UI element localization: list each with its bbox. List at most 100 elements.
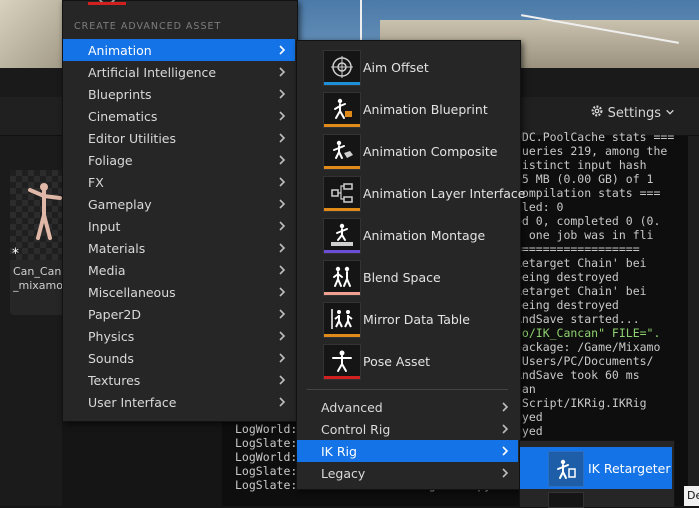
log-line: package: /Game/Mixamo (515, 340, 661, 354)
ik-retargeter-label: IK Retargeter (588, 461, 671, 476)
log-line: DDC.PoolCache stats === (515, 130, 675, 144)
menu-item-materials[interactable]: Materials (63, 237, 295, 259)
log-line: /Script/IKRig.IKRig (515, 396, 647, 410)
log-line: LogSlate: (235, 464, 298, 478)
gear-icon (590, 104, 604, 122)
menu-item-textures[interactable]: Textures (63, 369, 295, 391)
menu-item-gameplay[interactable]: Gameplay (63, 193, 295, 215)
chevron-right-icon (502, 424, 509, 434)
menu-item-cinematics[interactable]: Cinematics (63, 105, 295, 127)
menu-item-label: Blend Space (363, 270, 441, 285)
log-line: no/IK_Cancan" FILE=". (515, 326, 661, 340)
scrollbar[interactable] (688, 136, 699, 506)
menu-item-label: Sounds (88, 350, 134, 366)
menu-item-label: Animation Layer Interface (363, 186, 526, 201)
menu-item-label: Advanced (321, 400, 383, 415)
animation-blueprint-icon (323, 92, 361, 128)
menu-item-label: Media (88, 262, 126, 278)
pose-asset-icon (323, 344, 361, 380)
aim-offset-icon (323, 50, 361, 86)
menu-item-animation[interactable]: Animation (63, 39, 295, 61)
menu-item-label: Blueprints (88, 86, 152, 102)
log-line: queries 219, among the (515, 144, 668, 158)
chevron-right-icon (279, 243, 286, 253)
menu-item-label: Animation (88, 42, 152, 58)
menu-item-label: IK Rig (321, 444, 357, 459)
animation-layer-interface-icon (323, 176, 361, 212)
menu-item-animation-montage[interactable]: Animation Montage (297, 215, 518, 257)
chevron-right-icon (279, 331, 286, 341)
menu-item-input[interactable]: Input (63, 215, 295, 237)
asset-thumbnail[interactable]: * (10, 170, 66, 260)
chevron-right-icon (279, 199, 286, 209)
menu-item-media[interactable]: Media (63, 259, 295, 281)
animation-composite-icon (323, 134, 361, 170)
settings-button[interactable]: Settings (590, 104, 675, 122)
menu-item-label: Legacy (321, 466, 366, 481)
log-line: AndSave started... (515, 312, 640, 326)
settings-label: Settings (607, 105, 661, 121)
chevron-right-icon (279, 45, 286, 55)
menu-item-paper2d[interactable]: Paper2D (63, 303, 295, 325)
menu-item-label: Miscellaneous (88, 284, 176, 300)
mannequin-icon: * (12, 183, 62, 260)
menu-item-artificial-intelligence[interactable]: Artificial Intelligence (63, 61, 295, 83)
svg-text:*: * (12, 246, 19, 260)
log-line: t one job was in fli (515, 228, 654, 242)
menu-item-fx[interactable]: FX (63, 171, 295, 193)
chevron-right-icon (279, 221, 286, 231)
chevron-right-icon (279, 111, 286, 121)
chevron-right-icon (279, 287, 286, 297)
menu-item-label: Textures (88, 372, 141, 388)
log-line: Compilation stats === (515, 186, 661, 200)
menu-item-label: Aim Offset (363, 60, 429, 75)
menu-item-blueprints[interactable]: Blueprints (63, 83, 295, 105)
asset-name: Can_Can _mixamo_ (13, 265, 65, 292)
chevron-right-icon (279, 133, 286, 143)
menu-item-control-rig[interactable]: Control Rig (297, 418, 518, 440)
menu-item-animation-blueprint[interactable]: Animation Blueprint (297, 89, 518, 131)
menu-item-blend-space[interactable]: Blend Space (297, 257, 518, 299)
menu-item-label: Pose Asset (363, 354, 431, 369)
menu-item-legacy[interactable]: Legacy (297, 462, 518, 484)
log-line: ed 0, completed 0 (0. (515, 214, 661, 228)
menu-separator (307, 389, 508, 390)
blend-space-icon (323, 260, 361, 296)
menu-item-label: Paper2D (88, 306, 141, 322)
log-line: Retarget Chain' bei (515, 256, 647, 270)
menu-item-label: User Interface (88, 394, 177, 410)
menu-item-user-interface[interactable]: User Interface (63, 391, 295, 413)
menu-item-aim-offset[interactable]: Aim Offset (297, 47, 518, 89)
menu-item-mirror-data-table[interactable]: Mirror Data Table (297, 299, 518, 341)
log-line: distinct input hash (515, 158, 647, 172)
log-line: /Users/PC/Documents/ (515, 354, 654, 368)
chevron-right-icon (502, 468, 509, 478)
menu-item-label: Artificial Intelligence (88, 64, 217, 80)
ik-retargeter-icon (548, 451, 584, 487)
menu-item-sounds[interactable]: Sounds (63, 347, 295, 369)
log-line: LogWorld: (235, 422, 298, 436)
menu-item-advanced[interactable]: Advanced (297, 396, 518, 418)
log-line: being destroyed (515, 270, 619, 284)
menu-item-editor-utilities[interactable]: Editor Utilities (63, 127, 295, 149)
log-line: 05 MB (0.00 GB) of 1 (515, 172, 654, 186)
chevron-right-icon (502, 402, 509, 412)
menu-item-ik-rig[interactable]: IK Rig (297, 440, 518, 462)
menu-item-label: Input (88, 218, 121, 234)
menu-item-miscellaneous[interactable]: Miscellaneous (63, 281, 295, 303)
log-line: being destroyed (515, 298, 619, 312)
log-line: iled: 0 (515, 200, 564, 214)
menu-item-foliage[interactable]: Foliage (63, 149, 295, 171)
log-line: AndSave took 60 ms (515, 368, 640, 382)
log-line: LogWorld: (235, 450, 298, 464)
mirror-data-table-icon (323, 302, 361, 338)
menu-item-label: Materials (88, 240, 146, 256)
menu-item-label: Animation Montage (363, 228, 486, 243)
menu-item-animation-composite[interactable]: Animation Composite (297, 131, 518, 173)
chevron-down-icon (665, 106, 675, 121)
menu-item-physics[interactable]: Physics (63, 325, 295, 347)
chevron-right-icon (279, 309, 286, 319)
menu-item-pose-asset[interactable]: Pose Asset (297, 341, 518, 383)
menu-item-animation-layer-interface[interactable]: Animation Layer Interface (297, 173, 526, 215)
menu-item-label: Editor Utilities (88, 130, 177, 146)
